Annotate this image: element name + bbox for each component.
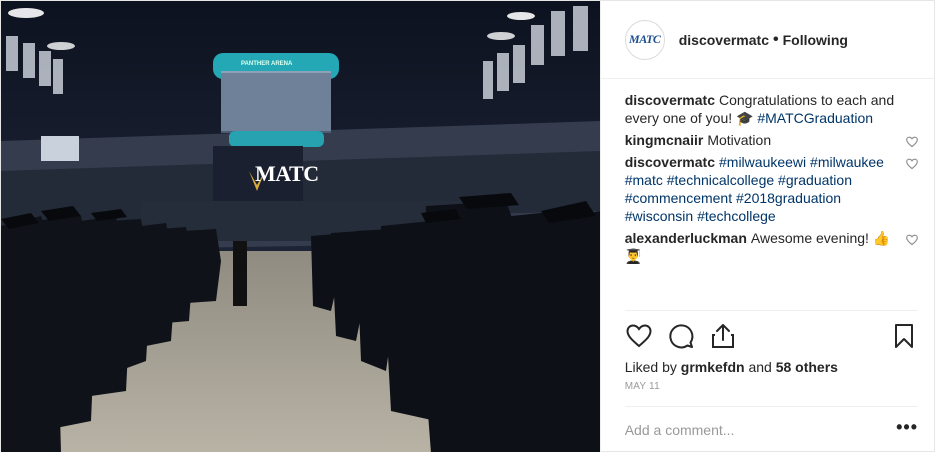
post-header: MATC discovermatc • Following bbox=[600, 1, 934, 79]
comment-text: 👍 bbox=[872, 230, 891, 246]
instagram-post: PANTHER ARENA MATC MATC discovermatc • F… bbox=[0, 0, 935, 452]
comment-text: 🎓 bbox=[736, 110, 754, 126]
share-icon[interactable] bbox=[709, 322, 737, 350]
comment-like-heart-icon[interactable] bbox=[906, 156, 918, 170]
comment-text: Motivation bbox=[707, 132, 772, 148]
likes-prefix: Liked by bbox=[624, 359, 677, 375]
likes-count: Liked by grmkefdn and 58 others bbox=[625, 359, 918, 375]
hashtag-link[interactable]: #technicalcollege bbox=[667, 172, 774, 188]
add-comment-bar: ••• bbox=[624, 406, 918, 452]
comment-username[interactable]: kingmcnaiir bbox=[625, 132, 704, 148]
post-date[interactable]: MAY 11 bbox=[625, 381, 918, 392]
avatar[interactable]: MATC bbox=[624, 19, 665, 60]
hashtag-link[interactable]: #techcollege bbox=[697, 208, 776, 224]
comment-icon[interactable] bbox=[667, 322, 695, 350]
comment-username[interactable]: discovermatc bbox=[625, 92, 715, 108]
comment-text: 👨‍🎓 bbox=[624, 248, 643, 264]
comment-username[interactable]: discovermatc bbox=[625, 154, 715, 170]
bookmark-icon[interactable] bbox=[890, 322, 918, 350]
comment-like-heart-icon[interactable] bbox=[906, 134, 918, 148]
hashtag-link[interactable]: #MATCGraduation bbox=[757, 110, 873, 126]
hashtag-link[interactable]: #matc bbox=[625, 172, 663, 188]
post-sidebar: MATC discovermatc • Following discoverma… bbox=[599, 1, 934, 452]
action-icon-row bbox=[625, 321, 918, 351]
header-username[interactable]: discovermatc bbox=[679, 32, 769, 48]
comment-item: discovermatc Congratulations to each and … bbox=[625, 91, 918, 127]
comment-item: alexanderluckman Awesome evening! 👍 👨‍🎓 bbox=[625, 229, 918, 265]
arena-sign-text: MATC bbox=[255, 161, 319, 186]
hashtag-link[interactable]: #wisconsin bbox=[625, 208, 693, 224]
comment-text: Awesome evening! bbox=[750, 230, 873, 246]
comment-item: discovermatc #milwaukeewi #milwaukee #mat… bbox=[625, 153, 918, 225]
avatar-logo-text: MATC bbox=[629, 32, 661, 46]
heart-icon[interactable] bbox=[625, 322, 653, 350]
post-actions: Liked by grmkefdn and 58 others MAY 11 bbox=[624, 310, 918, 406]
hashtag-link[interactable]: #commencement bbox=[625, 190, 732, 206]
likes-user-link[interactable]: grmkefdn bbox=[681, 359, 745, 375]
hashtag-link[interactable]: #2018graduation bbox=[736, 190, 841, 206]
likes-middle: and bbox=[748, 359, 772, 375]
hashtag-link[interactable]: #milwaukeewi bbox=[719, 154, 806, 170]
comment-username[interactable]: alexanderluckman bbox=[625, 230, 747, 246]
hashtag-link[interactable]: #milwaukee bbox=[810, 154, 884, 170]
scoreboard-text: PANTHER ARENA bbox=[241, 61, 293, 67]
likes-others-link[interactable]: 58 others bbox=[776, 359, 838, 375]
graduation-arena-image bbox=[1, 1, 600, 452]
hashtag-link[interactable]: #graduation bbox=[778, 172, 852, 188]
comment-like-heart-icon[interactable] bbox=[906, 232, 918, 246]
more-options-icon[interactable]: ••• bbox=[896, 417, 918, 444]
following-button[interactable]: Following bbox=[783, 32, 848, 48]
comment-input[interactable] bbox=[624, 422, 897, 438]
comment-item: kingmcnaiir Motivation bbox=[625, 131, 918, 149]
header-separator: • bbox=[773, 30, 779, 48]
comments-list: discovermatc Congratulations to each and … bbox=[601, 79, 934, 310]
post-photo[interactable]: PANTHER ARENA MATC bbox=[1, 1, 600, 452]
